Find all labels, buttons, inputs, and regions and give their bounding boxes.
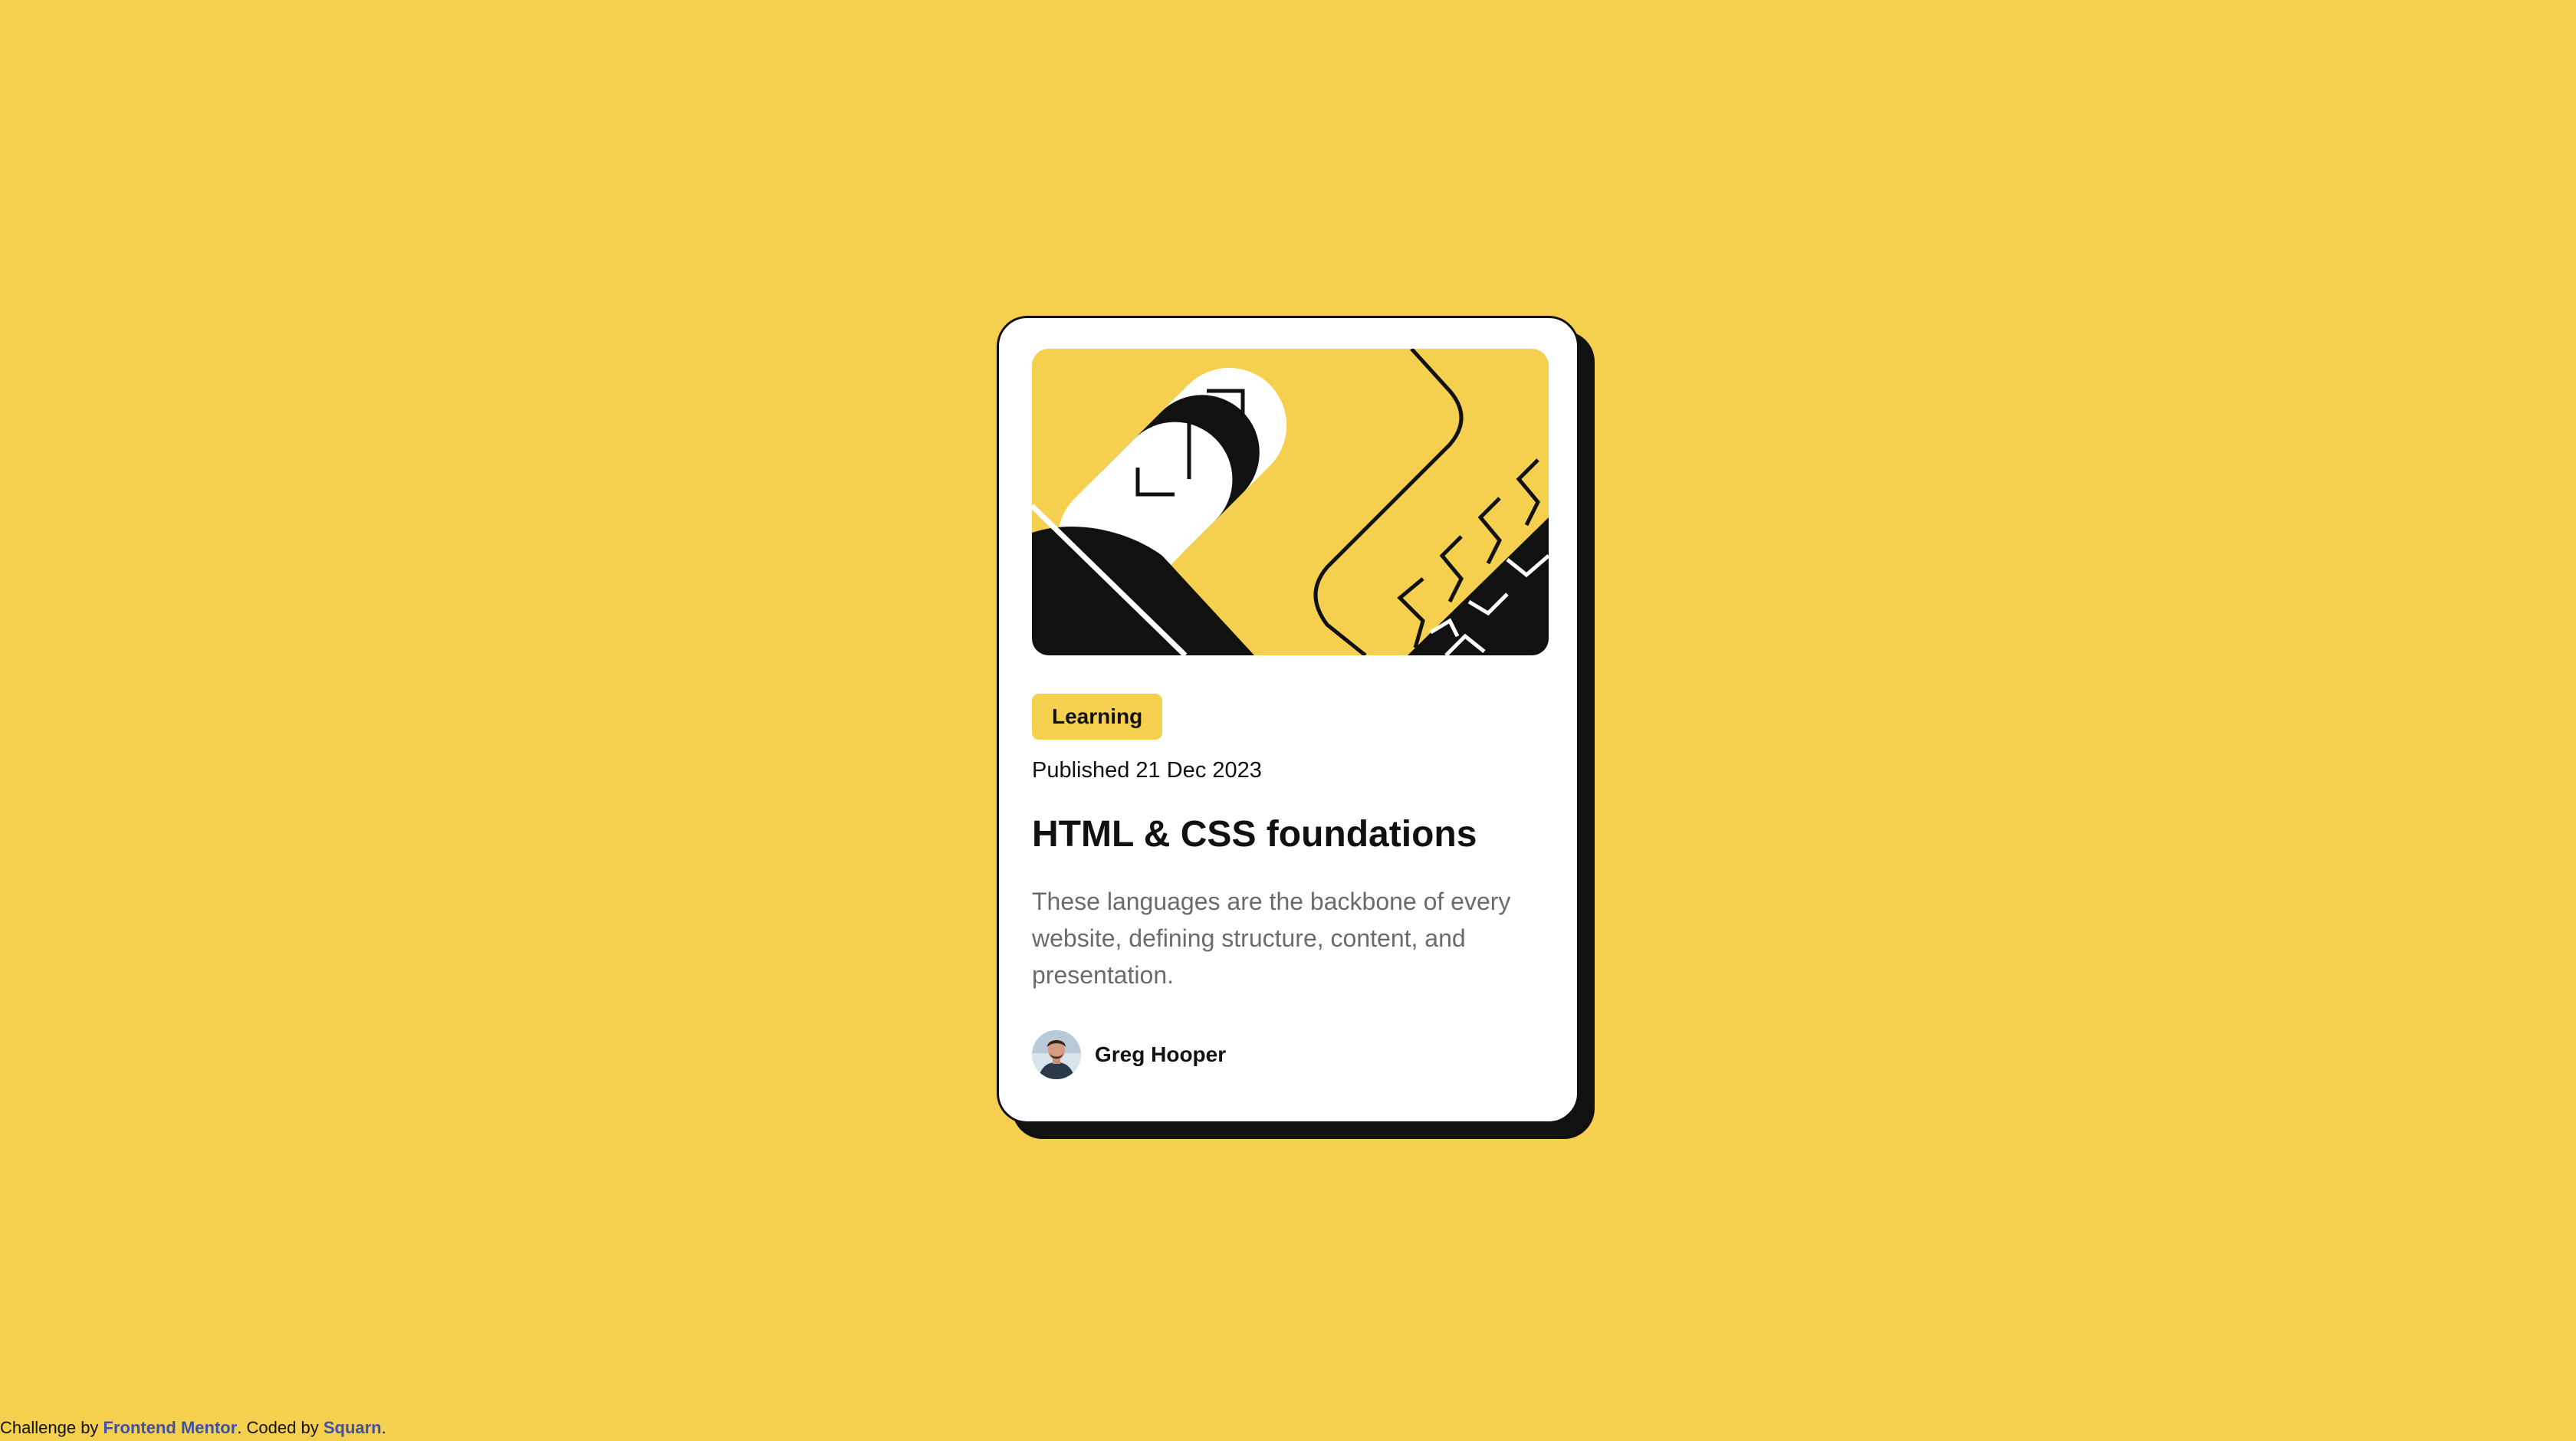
category-tag: Learning — [1032, 694, 1163, 740]
attribution-middle: . Coded by — [237, 1418, 324, 1437]
illustration-icon — [1032, 349, 1549, 655]
author-name: Greg Hooper — [1095, 1042, 1227, 1066]
attribution: Challenge by Frontend Mentor. Coded by S… — [0, 1418, 386, 1438]
frontend-mentor-link[interactable]: Frontend Mentor — [104, 1418, 238, 1437]
blog-preview-card: Learning Published 21 Dec 2023 HTML & CS… — [997, 316, 1579, 1124]
author-link[interactable]: Squarn — [324, 1418, 382, 1437]
published-date: Published 21 Dec 2023 — [1032, 758, 1262, 783]
card-description: These languages are the backbone of ever… — [1032, 887, 1511, 989]
card-title[interactable]: HTML & CSS foundations — [1032, 812, 1544, 857]
avatar-photo-icon — [1032, 1029, 1081, 1079]
author: Greg Hooper — [1032, 1029, 1544, 1079]
attribution-suffix: . — [381, 1418, 386, 1437]
attribution-prefix: Challenge by — [0, 1418, 104, 1437]
